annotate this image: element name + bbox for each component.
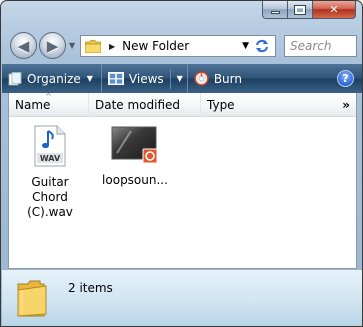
column-date-label: Date modified <box>95 98 181 112</box>
wav-file-icon: WAV <box>34 125 66 167</box>
back-arrow-icon: ◀ <box>17 36 30 55</box>
recent-pages-dropdown[interactable]: ▼ <box>69 41 75 50</box>
close-icon: ✕ <box>329 3 339 16</box>
chevron-down-icon: ▼ <box>69 41 76 50</box>
file-name-label: loopsoun... <box>98 173 172 188</box>
forward-arrow-icon: ▶ <box>46 36 59 55</box>
explorer-window: ✕ ◀ ▶ ▼ ▶ New Folder ▼ Search Organize ▼… <box>0 0 363 327</box>
help-icon: ? <box>342 72 349 85</box>
refresh-button[interactable] <box>252 37 272 55</box>
search-input[interactable]: Search <box>290 39 332 53</box>
command-bar: Organize ▼ Views ▼ Burn ? <box>2 64 362 93</box>
forward-button[interactable]: ▶ <box>39 32 66 59</box>
breadcrumb-new-folder[interactable]: New Folder <box>122 39 189 53</box>
file-item-guitar-chord[interactable]: WAV Guitar Chord (C).wav <box>13 125 87 220</box>
file-list-pane[interactable]: Name ^ Date modified Type » WAV Guitar C… <box>8 92 357 269</box>
folder-icon <box>17 280 47 317</box>
views-button[interactable]: Views ▼ <box>100 64 188 93</box>
organize-label: Organize <box>27 71 81 86</box>
views-icon <box>107 72 124 85</box>
column-header-type[interactable]: Type <box>201 93 331 117</box>
file-item-loopsound[interactable]: loopsoun... <box>98 125 172 188</box>
breadcrumb-separator-icon[interactable]: ▶ <box>109 42 115 51</box>
video-file-icon <box>111 126 158 164</box>
back-button[interactable]: ◀ <box>10 32 37 59</box>
file-name-line1: Guitar Chord <box>31 175 69 204</box>
burn-label: Burn <box>213 71 242 86</box>
file-name-line1: loopsoun... <box>102 173 168 187</box>
maximize-button[interactable] <box>288 1 313 19</box>
search-box[interactable]: Search <box>284 35 357 57</box>
views-label: Views <box>128 71 164 86</box>
item-count-text: 2 items <box>68 281 113 295</box>
views-dropdown-icon[interactable]: ▼ <box>169 68 183 89</box>
organize-dropdown-icon: ▼ <box>86 74 93 83</box>
caption-buttons: ✕ <box>262 1 356 20</box>
details-pane: 2 items <box>2 269 362 326</box>
minimize-icon <box>270 11 280 14</box>
column-header-name[interactable]: Name ^ <box>9 92 89 117</box>
burn-button[interactable]: Burn <box>188 64 248 93</box>
maximize-icon <box>294 4 306 15</box>
address-dropdown-icon[interactable]: ▼ <box>242 41 249 51</box>
sort-ascending-icon: ^ <box>45 92 52 101</box>
column-type-label: Type <box>207 98 235 112</box>
file-name-label: Guitar Chord (C).wav <box>13 175 87 220</box>
wav-badge-label: WAV <box>40 154 61 163</box>
column-header-date-modified[interactable]: Date modified <box>89 93 201 117</box>
more-columns-button[interactable]: » <box>342 93 350 117</box>
burn-disc-icon <box>194 71 209 86</box>
address-bar[interactable]: ▶ New Folder ▼ <box>80 35 276 57</box>
close-button[interactable]: ✕ <box>313 1 356 19</box>
help-button[interactable]: ? <box>337 70 354 87</box>
minimize-button[interactable] <box>262 1 288 19</box>
chevron-right-double-icon: » <box>342 98 350 112</box>
file-name-line2: (C).wav <box>27 205 73 219</box>
refresh-icon <box>256 39 268 53</box>
folder-icon <box>85 39 101 53</box>
column-headers: Name ^ Date modified Type » <box>9 92 356 117</box>
organize-icon <box>8 71 22 85</box>
